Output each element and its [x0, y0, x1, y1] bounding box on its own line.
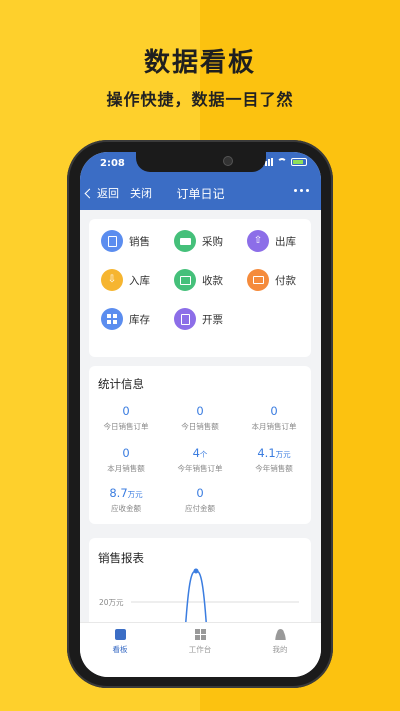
stat-value: 0 [122, 404, 130, 418]
func-sales[interactable]: 销售 [101, 230, 150, 252]
camera-icon [224, 157, 232, 165]
grid-icon [101, 308, 123, 330]
func-inventory[interactable]: 库存 [101, 308, 150, 330]
sales-chart: 20万元 [99, 568, 299, 628]
stat-unit: 万元 [275, 450, 291, 459]
stat-label: 本月销售订单 [251, 422, 297, 431]
stat-label: 今日销售订单 [103, 422, 149, 431]
func-receive[interactable]: 收款 [174, 269, 223, 291]
more-options-icon[interactable] [294, 189, 309, 192]
sales-report-card: 销售报表 20万元 [89, 538, 311, 628]
truck-icon [174, 230, 196, 252]
user-icon [274, 629, 286, 640]
y-tick-label: 20万元 [99, 598, 124, 607]
stat-label: 应付金额 [185, 504, 215, 513]
status-time: 2:08 [100, 158, 125, 169]
wifi-icon [277, 158, 287, 166]
page-title: 订单日记 [176, 187, 225, 201]
stat-value: 4 [192, 446, 200, 460]
document-icon [174, 308, 196, 330]
func-purchase[interactable]: 采购 [174, 230, 223, 252]
stat-value: 0 [122, 446, 130, 460]
chart-icon [114, 629, 126, 640]
stats-card: 统计信息 0 今日销售订单 0 今日销售额 0 本月销售订单 0 本月销售额 4… [89, 366, 311, 524]
tab-label: 我的 [272, 645, 288, 654]
stat-value: 0 [196, 404, 204, 418]
phone-screen: 2:08 返回 关闭 订单日记 销售 采购 ⇧ 出库 ⇩ 入库 收款 付款 库存… [80, 152, 321, 677]
phone-notch [136, 152, 266, 172]
stat-item: 0 本月销售订单 [237, 404, 311, 432]
func-inbound[interactable]: ⇩ 入库 [101, 269, 150, 291]
stat-item: 4个 今年销售订单 [163, 446, 237, 474]
stat-label: 今年销售额 [255, 464, 293, 473]
stat-label: 今日销售额 [181, 422, 219, 431]
tab-bar: 看板 工作台 我的 [80, 622, 321, 677]
function-grid: 销售 采购 ⇧ 出库 ⇩ 入库 收款 付款 库存 开票 [89, 219, 311, 357]
stat-unit: 万元 [127, 490, 143, 499]
func-label: 销售 [129, 235, 150, 248]
stat-item: 8.7万元 应收金额 [89, 486, 163, 514]
stat-item: 0 今日销售额 [163, 404, 237, 432]
stat-label: 本月销售额 [107, 464, 145, 473]
battery-icon [291, 158, 307, 166]
func-label: 收款 [202, 274, 223, 287]
stat-value: 0 [270, 404, 278, 418]
func-label: 采购 [202, 235, 223, 248]
promo-subline: 操作快捷，数据一目了然 [106, 90, 294, 109]
series-line [184, 570, 208, 628]
stats-title: 统计信息 [98, 377, 144, 391]
stat-item: 4.1万元 今年销售额 [237, 446, 311, 474]
func-label: 出库 [275, 235, 296, 248]
stat-item: 0 今日销售订单 [89, 404, 163, 432]
money-icon [174, 269, 196, 291]
func-label: 入库 [129, 274, 150, 287]
stat-value: 8.7 [109, 486, 128, 500]
stat-item: 0 本月销售额 [89, 446, 163, 474]
tab-dashboard[interactable]: 看板 [90, 629, 150, 655]
func-pay[interactable]: 付款 [247, 269, 296, 291]
nav-bar: 返回 关闭 订单日记 [80, 174, 321, 210]
download-icon: ⇩ [101, 269, 123, 291]
tab-mine[interactable]: 我的 [250, 629, 310, 655]
stat-unit: 个 [199, 450, 208, 459]
tab-workbench[interactable]: 工作台 [170, 629, 230, 655]
upload-icon: ⇧ [247, 230, 269, 252]
func-label: 库存 [129, 313, 150, 326]
func-invoice[interactable]: 开票 [174, 308, 223, 330]
func-outbound[interactable]: ⇧ 出库 [247, 230, 296, 252]
stat-value: 4.1 [257, 446, 276, 460]
stat-item: 0 应付金额 [163, 486, 237, 514]
promo-headline: 数据看板 [143, 48, 256, 78]
stat-label: 应收金额 [111, 504, 141, 513]
tab-label: 看板 [112, 645, 128, 654]
card-icon [247, 269, 269, 291]
data-point [193, 568, 199, 574]
clipboard-icon [101, 230, 123, 252]
stat-label: 今年销售订单 [177, 464, 223, 473]
tab-label: 工作台 [188, 645, 212, 654]
func-label: 开票 [202, 313, 223, 326]
workbench-icon [194, 629, 206, 640]
func-label: 付款 [275, 274, 296, 287]
stat-value: 0 [196, 486, 204, 500]
